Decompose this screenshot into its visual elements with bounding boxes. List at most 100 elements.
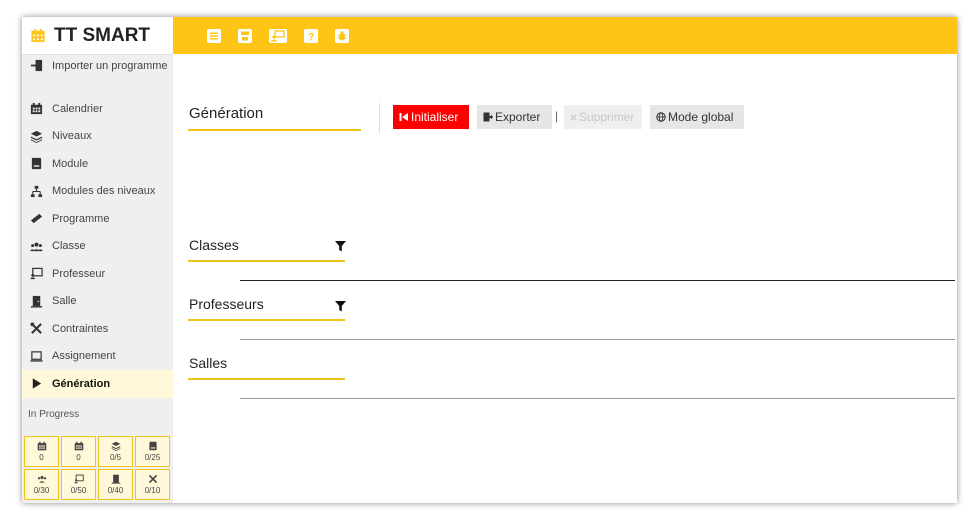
sidebar-item-label: Importer un programme xyxy=(52,60,168,72)
sidebar-item-label: Génération xyxy=(52,377,111,390)
sidebar-item-module[interactable]: Module xyxy=(22,150,173,178)
salles-underline xyxy=(188,378,345,380)
sidebar: TT SMART Importer un programme Calendrie… xyxy=(22,17,173,503)
teacher-icon xyxy=(30,267,43,280)
calendar-icon xyxy=(74,441,83,451)
initialiser-label: Initialiser xyxy=(411,110,459,124)
progress-label: In Progress xyxy=(28,408,80,420)
sidebar-item-label: Module xyxy=(52,157,89,170)
sidebar-item-label: Contraintes xyxy=(52,322,109,335)
section-title-professeurs: Professeurs xyxy=(189,296,264,312)
sidebar-item-modules-niveaux[interactable]: Modules des niveaux xyxy=(22,178,173,206)
play-icon xyxy=(30,377,43,390)
sidebar-item-niveaux[interactable]: Niveaux xyxy=(22,123,173,151)
globe-icon xyxy=(656,112,666,122)
supprimer-button[interactable]: Supprimer xyxy=(564,105,642,129)
users-icon xyxy=(30,240,43,253)
classes-underline xyxy=(188,260,345,262)
sidebar-item-label: Classe xyxy=(52,240,86,253)
sidebar-item-calendrier[interactable]: Calendrier xyxy=(22,95,173,123)
book-icon xyxy=(30,157,43,170)
save-button[interactable] xyxy=(238,28,252,43)
mode-global-button[interactable]: Mode global xyxy=(650,105,744,129)
export-icon xyxy=(483,112,493,122)
supprimer-label: Supprimer xyxy=(579,110,635,124)
sidebar-item-label: Niveaux xyxy=(52,130,92,143)
brand-title: TT SMART xyxy=(54,24,151,46)
sidebar-item-contraintes[interactable]: Contraintes xyxy=(22,315,173,343)
ruler-icon xyxy=(30,212,43,225)
calendar-icon xyxy=(30,102,43,115)
book-icon xyxy=(148,441,157,451)
section-title-salles: Salles xyxy=(189,355,228,371)
sidebar-item-label: Assignement xyxy=(52,350,116,363)
sidebar-item-classe[interactable]: Classe xyxy=(22,233,173,261)
progress-cell-module[interactable]: 0/25 xyxy=(135,436,170,467)
title-underline xyxy=(188,129,361,131)
sidebar-item-label: Programme xyxy=(52,212,110,225)
app-window: TT SMART Importer un programme Calendrie… xyxy=(22,17,957,503)
progress-value: 0 xyxy=(39,453,44,462)
classes-divider xyxy=(240,280,955,281)
toolbar-separator: | xyxy=(555,109,559,123)
help-button[interactable]: ? xyxy=(304,28,318,43)
progress-value: 0/10 xyxy=(144,486,161,495)
sidebar-item-assignement[interactable]: Assignement xyxy=(22,343,173,371)
calendar-icon xyxy=(37,441,46,451)
progress-value: 0 xyxy=(76,453,81,462)
svg-text:?: ? xyxy=(308,32,314,43)
toolbar: ? xyxy=(173,17,957,54)
exporter-button[interactable]: Exporter xyxy=(477,105,552,129)
layers-icon xyxy=(30,130,43,143)
progress-value: 0/50 xyxy=(70,486,87,495)
door-icon xyxy=(111,474,120,484)
save-icon xyxy=(238,28,252,43)
door-icon xyxy=(30,295,43,308)
sidebar-item-generation[interactable]: Génération xyxy=(22,370,173,398)
progress-value: 0/25 xyxy=(144,453,161,462)
progress-cell-salle[interactable]: 0/40 xyxy=(98,469,133,500)
progress-cell-calendrier[interactable]: 0 xyxy=(24,436,59,467)
sidebar-item-professeur[interactable]: Professeur xyxy=(22,260,173,288)
tools-icon xyxy=(148,474,157,484)
sitemap-icon xyxy=(30,185,43,198)
filter-icon[interactable] xyxy=(335,241,346,252)
help-icon: ? xyxy=(304,28,318,43)
sidebar-item-label: Calendrier xyxy=(52,102,103,115)
progress-cell-calendrier-2[interactable]: 0 xyxy=(61,436,96,467)
professeurs-underline xyxy=(188,319,345,321)
filter-icon[interactable] xyxy=(335,301,346,312)
progress-cell-professeur[interactable]: 0/50 xyxy=(61,469,96,500)
calendar-icon xyxy=(31,28,45,43)
laptop-icon xyxy=(30,350,43,363)
sidebar-item-programme[interactable]: Programme xyxy=(22,205,173,233)
progress-grid: 0 0 0/5 0/25 0/30 0/50 0/40 0/10 xyxy=(24,436,170,500)
sidebar-item-salle[interactable]: Salle xyxy=(22,288,173,316)
teacher-button[interactable] xyxy=(269,28,287,43)
skip-back-icon xyxy=(399,113,408,121)
progress-value: 0/30 xyxy=(33,486,50,495)
teacher-icon xyxy=(269,28,287,43)
sidebar-item-label: Salle xyxy=(52,295,77,308)
bug-icon xyxy=(335,28,349,43)
close-icon xyxy=(570,113,577,121)
sidebar-item-label: Professeur xyxy=(52,267,106,280)
initialiser-button[interactable]: Initialiser xyxy=(393,105,469,129)
salles-divider xyxy=(240,398,955,399)
page-title: Génération xyxy=(189,105,264,122)
teacher-icon xyxy=(73,474,84,484)
progress-value: 0/5 xyxy=(109,453,122,462)
progress-cell-classe[interactable]: 0/30 xyxy=(24,469,59,500)
progress-cell-contraintes[interactable]: 0/10 xyxy=(135,469,170,500)
divider xyxy=(379,103,380,133)
layers-icon xyxy=(111,441,120,451)
progress-cell-niveaux[interactable]: 0/5 xyxy=(98,436,133,467)
progress-value: 0/40 xyxy=(107,486,124,495)
sidebar-item-label: Modules des niveaux xyxy=(52,185,156,198)
bug-button[interactable] xyxy=(335,28,349,43)
section-title-classes: Classes xyxy=(189,237,239,253)
tools-icon xyxy=(30,322,43,335)
menu-button[interactable] xyxy=(207,28,221,43)
mode-global-label: Mode global xyxy=(668,110,734,124)
sidebar-item-import[interactable]: Importer un programme xyxy=(22,55,173,95)
